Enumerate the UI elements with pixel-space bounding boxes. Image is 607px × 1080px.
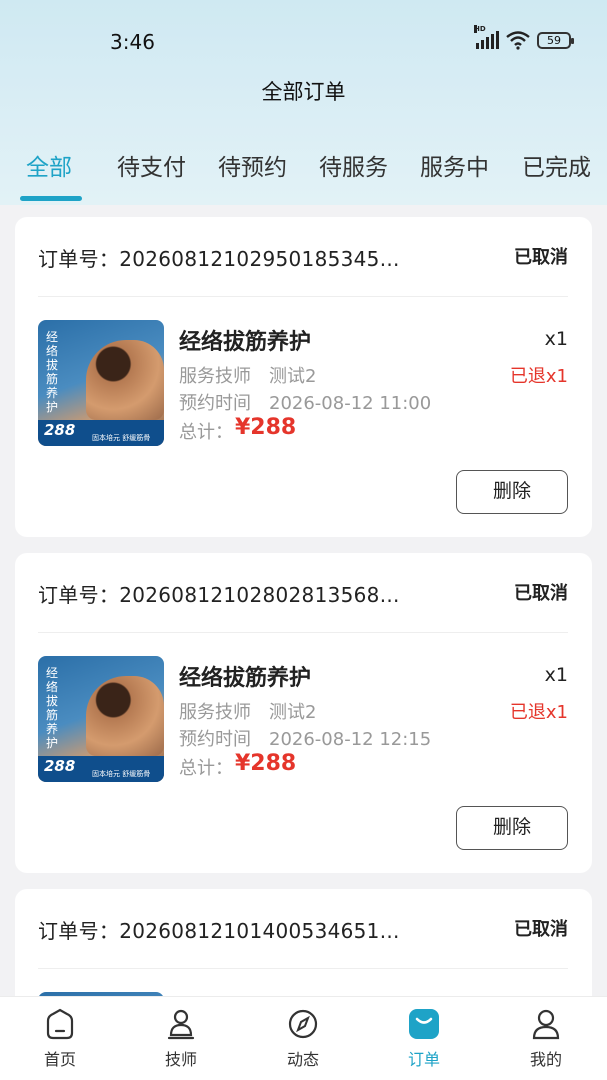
thumbnail-slogan: 固本培元 舒缓筋骨 — [92, 434, 151, 442]
technician-icon — [167, 1009, 195, 1040]
order-card[interactable]: 订单号：20260812102950185345... 已取消 经络拔筋养护 2… — [15, 217, 592, 537]
orders-icon — [409, 1009, 439, 1039]
refund-status: 已退x1 — [509, 366, 568, 387]
refund-status: 已退x1 — [509, 702, 568, 723]
divider — [38, 632, 568, 633]
thumbnail-figure — [86, 676, 164, 756]
product-name: 经络拔筋养护 — [179, 666, 312, 691]
order-header: 订单号：20260812101400534651... 已取消 — [38, 915, 568, 945]
cellular-signal-icon: HD — [474, 25, 499, 49]
order-status: 已取消 — [514, 247, 568, 268]
technician-label: 服务技师 — [179, 366, 251, 387]
divider — [38, 296, 568, 297]
status-indicators: HD 59 — [474, 25, 574, 50]
order-number: 订单号：20260812101400534651... — [38, 919, 400, 943]
order-header: 订单号：20260812102950185345... 已取消 — [38, 243, 568, 273]
order-tabs: 全部 待支付 待预约 待服务 服务中 已完成 — [0, 140, 607, 202]
total-label: 总计： — [179, 422, 233, 443]
thumbnail-figure — [86, 340, 164, 420]
profile-icon — [532, 1009, 560, 1040]
order-header: 订单号：20260812102802813568... 已取消 — [38, 579, 568, 609]
appointment-label: 预约时间 — [179, 393, 251, 414]
nav-technician[interactable]: 技师 — [141, 1007, 221, 1070]
status-bar: 3:46 HD 59 — [0, 0, 607, 70]
appointment-row: 预约时间 2026-08-12 12:15 — [179, 725, 431, 751]
nav-label: 动态 — [286, 1050, 319, 1069]
product-name: 经络拔筋养护 — [179, 330, 312, 355]
technician-label: 服务技师 — [179, 702, 251, 723]
order-status: 已取消 — [514, 583, 568, 604]
appointment-time: 2026-08-12 11:00 — [269, 393, 432, 414]
nav-label: 订单 — [407, 1050, 440, 1069]
delete-button[interactable]: 删除 — [456, 806, 568, 850]
product-thumbnail[interactable]: 经络拔筋养护 288 固本培元 舒缓筋骨 — [38, 656, 164, 782]
tab-completed[interactable]: 已完成 — [522, 148, 591, 182]
home-icon — [46, 1008, 74, 1040]
thumbnail-title: 经络拔筋养护 — [46, 666, 59, 750]
tab-all[interactable]: 全部 — [26, 148, 72, 182]
thumbnail-slogan: 固本培元 舒缓筋骨 — [92, 770, 151, 778]
nav-home[interactable]: 首页 — [20, 1007, 100, 1070]
appointment-label: 预约时间 — [179, 729, 251, 750]
nav-label: 技师 — [164, 1050, 197, 1069]
nav-label: 首页 — [43, 1050, 76, 1069]
active-tab-indicator — [20, 196, 82, 201]
product-thumbnail[interactable]: 经络拔筋养护 288 固本培元 舒缓筋骨 — [38, 320, 164, 446]
nav-label: 我的 — [529, 1050, 562, 1069]
bottom-navigation: 首页 技师 动态 订单 我的 — [0, 996, 607, 1080]
total-price: ¥288 — [235, 751, 297, 776]
appointment-row: 预约时间 2026-08-12 11:00 — [179, 389, 431, 415]
thumbnail-price: 288 — [44, 421, 76, 439]
thumbnail-price: 288 — [44, 757, 76, 775]
order-number: 订单号：20260812102950185345... — [38, 247, 400, 271]
tab-pending-service[interactable]: 待服务 — [319, 148, 388, 182]
thumbnail-title: 经络拔筋养护 — [46, 330, 59, 414]
total-label: 总计： — [179, 758, 233, 779]
nav-orders[interactable]: 订单 — [384, 1007, 464, 1070]
order-number: 订单号：20260812102802813568... — [38, 583, 400, 607]
page-title: 全部订单 — [261, 80, 346, 104]
total-price: ¥288 — [235, 415, 297, 440]
hd-badge: HD — [474, 25, 486, 33]
divider — [38, 968, 568, 969]
quantity: x1 — [544, 328, 568, 350]
technician-name: 测试2 — [269, 702, 317, 723]
quantity: x1 — [544, 664, 568, 686]
compass-icon — [288, 1009, 318, 1039]
tab-pending-booking[interactable]: 待预约 — [218, 148, 287, 182]
status-time: 3:46 — [110, 30, 155, 54]
order-card[interactable]: 订单号：20260812102802813568... 已取消 经络拔筋养护 2… — [15, 553, 592, 873]
nav-feed[interactable]: 动态 — [263, 1007, 343, 1070]
technician-name: 测试2 — [269, 366, 317, 387]
wifi-icon — [506, 31, 530, 50]
tab-in-service[interactable]: 服务中 — [420, 148, 489, 182]
nav-profile[interactable]: 我的 — [506, 1007, 586, 1070]
delete-button[interactable]: 删除 — [456, 470, 568, 514]
appointment-time: 2026-08-12 12:15 — [269, 729, 432, 750]
order-status: 已取消 — [514, 919, 568, 940]
technician-row: 服务技师 测试2 — [179, 362, 316, 388]
battery-icon: 59 — [537, 31, 574, 49]
technician-row: 服务技师 测试2 — [179, 698, 316, 724]
tab-pending-payment[interactable]: 待支付 — [117, 148, 186, 182]
